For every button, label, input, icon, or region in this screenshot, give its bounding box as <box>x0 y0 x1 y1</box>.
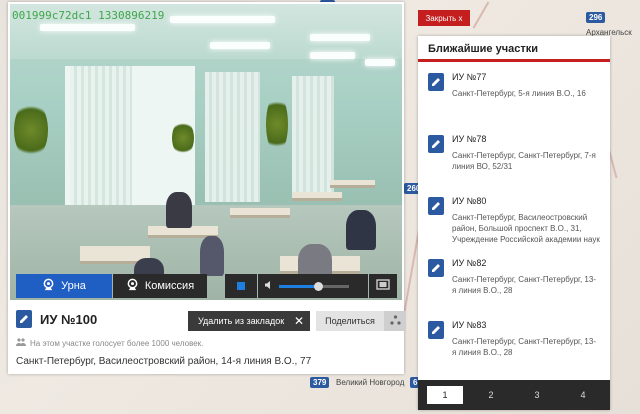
map-city-label: Великий Новгород <box>336 378 405 387</box>
close-icon: x <box>458 13 463 23</box>
map-cluster-badge[interactable]: 379 <box>310 377 330 388</box>
ballot-pin-icon <box>428 259 444 277</box>
commission-camera-button[interactable]: Комиссия <box>113 274 207 298</box>
video-scene-lamp <box>210 42 270 49</box>
video-scene-curtain <box>292 76 334 196</box>
camera-video[interactable]: 001999c72dc1 1330896219 Урна Комиссия <box>10 4 402 300</box>
video-scene-person <box>346 210 376 250</box>
video-scene-lamp <box>365 59 395 66</box>
station-name: ИУ №77 <box>452 72 487 82</box>
pagination: 1 2 3 4 <box>418 380 610 410</box>
video-panel: 001999c72dc1 1330896219 Урна Комиссия ИУ… <box>8 2 406 374</box>
list-item[interactable]: ИУ №80 Санкт-Петербург, Василеостровский … <box>418 186 610 248</box>
share-label: Поделиться <box>325 316 375 326</box>
ballot-pin-icon <box>428 197 444 215</box>
voters-note-text: На этом участке голосует более 1000 чело… <box>30 338 204 348</box>
video-scene-lamp <box>40 24 135 31</box>
page-button-1[interactable]: 1 <box>427 386 463 404</box>
map-road <box>472 1 490 29</box>
controls-spacer <box>208 274 224 298</box>
station-address: Санкт-Петербург, Василеостровский район,… <box>452 213 600 244</box>
nearby-stations-title: Ближайшие участки <box>418 36 610 62</box>
station-name: ИУ №80 <box>452 196 487 206</box>
video-scene-curtain <box>205 72 260 202</box>
page-button-2[interactable]: 2 <box>473 386 509 404</box>
speaker-icon <box>264 280 274 293</box>
fullscreen-button[interactable] <box>369 274 397 298</box>
station-info: ИУ №100 Удалить из закладок ✕ Поделиться… <box>16 306 406 367</box>
list-item[interactable]: ИУ №83 Санкт-Петербург, Санкт-Петербург, … <box>418 310 610 372</box>
ballot-pin-icon <box>428 135 444 153</box>
fullscreen-icon <box>376 279 390 293</box>
video-scene-lamp <box>310 34 370 41</box>
station-address: Санкт-Петербург, Василеостровский район,… <box>16 356 312 367</box>
ballot-pin-icon <box>16 310 32 328</box>
station-name: ИУ №78 <box>452 134 487 144</box>
stop-icon <box>237 282 245 290</box>
video-scene-plant <box>14 100 48 160</box>
urn-camera-label: Урна <box>61 280 86 292</box>
list-item[interactable]: ИУ №82 Санкт-Петербург, Санкт-Петербург, … <box>418 248 610 310</box>
list-item[interactable]: ИУ №78 Санкт-Петербург, Санкт-Петербург, … <box>418 124 610 186</box>
nearby-stations-list[interactable]: ИУ №77 Санкт-Петербург, 5-я линия В.О., 1… <box>418 62 610 378</box>
volume-slider[interactable] <box>279 281 349 291</box>
volume-control[interactable] <box>258 274 368 298</box>
station-name: ИУ №83 <box>452 320 487 330</box>
video-scene-lamp <box>310 52 355 59</box>
voters-note: На этом участке голосует более 1000 чело… <box>16 338 396 348</box>
close-icon: ✕ <box>293 314 304 328</box>
video-scene-table <box>330 180 375 188</box>
volume-fill <box>279 284 318 288</box>
volume-knob[interactable] <box>313 281 323 291</box>
station-title: ИУ №100 <box>40 311 98 327</box>
commission-camera-label: Комиссия <box>144 280 195 292</box>
people-icon <box>16 338 26 348</box>
station-name: ИУ №82 <box>452 258 487 268</box>
close-button[interactable]: Закрыть x <box>418 10 470 26</box>
station-address: Санкт-Петербург, Санкт-Петербург, 7-я ли… <box>452 151 596 171</box>
remove-bookmark-label: Удалить из закладок <box>198 316 285 326</box>
ballot-pin-icon <box>428 73 444 91</box>
remove-bookmark-button[interactable]: Удалить из закладок ✕ <box>188 311 310 331</box>
list-item[interactable]: ИУ №77 Санкт-Петербург, 5-я линия В.О., 1… <box>418 62 610 124</box>
video-scene-table <box>230 208 290 218</box>
close-label: Закрыть <box>425 13 457 23</box>
stop-button[interactable] <box>225 274 257 298</box>
video-scene-lamp <box>170 16 275 23</box>
video-overlay-id: 001999c72dc1 1330896219 <box>12 9 165 22</box>
page-button-3[interactable]: 3 <box>519 386 555 404</box>
urn-camera-button[interactable]: Урна <box>16 274 112 298</box>
station-address: Санкт-Петербург, Санкт-Петербург, 13-я л… <box>452 275 596 295</box>
share-button[interactable]: Поделиться <box>316 311 384 331</box>
ballot-pin-icon <box>428 321 444 339</box>
video-controls: Урна Комиссия <box>16 274 400 298</box>
video-scene-plant <box>172 120 194 156</box>
video-scene-table <box>292 192 342 201</box>
video-scene-person <box>166 192 192 228</box>
camera-icon <box>42 278 55 294</box>
video-scene-plant <box>266 94 288 154</box>
share-network-button[interactable] <box>384 311 406 331</box>
camera-icon <box>126 278 139 294</box>
share-network-icon <box>389 314 401 328</box>
video-scene-person <box>200 236 224 276</box>
nearby-stations-panel: Ближайшие участки ИУ №77 Санкт-Петербург,… <box>418 36 610 410</box>
station-address: Санкт-Петербург, Санкт-Петербург, 13-я л… <box>452 337 596 357</box>
page-button-4[interactable]: 4 <box>565 386 601 404</box>
station-address: Санкт-Петербург, 5-я линия В.О., 16 <box>452 89 586 98</box>
map-cluster-badge[interactable]: 296 <box>586 12 606 23</box>
